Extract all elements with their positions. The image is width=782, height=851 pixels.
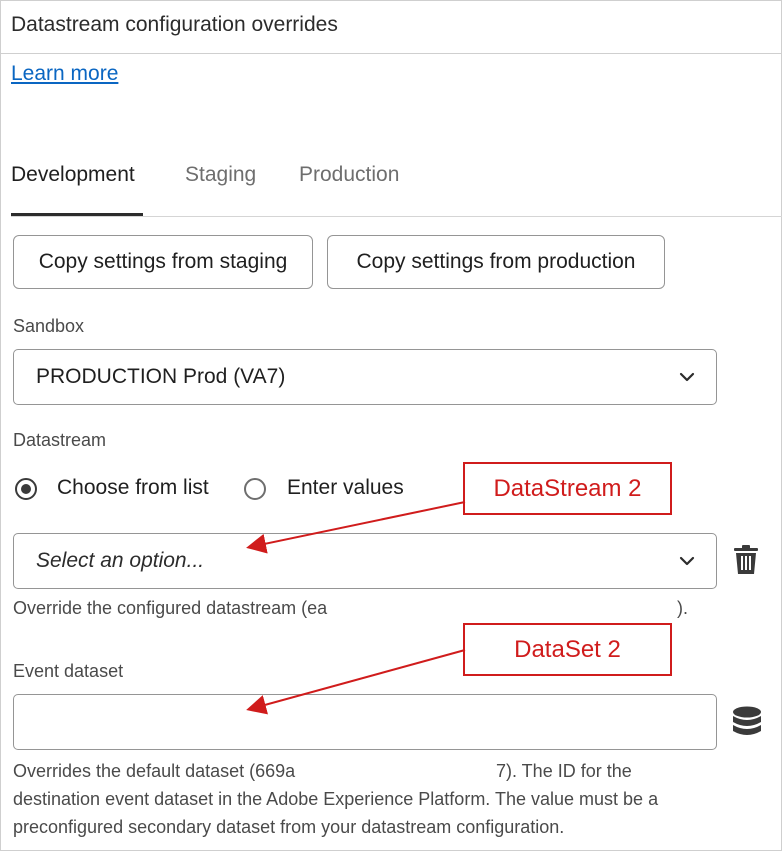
sandbox-select[interactable]: PRODUCTION Prod (VA7) — [13, 349, 717, 405]
event-dataset-help-line3: preconfigured secondary dataset from you… — [13, 817, 565, 837]
sandbox-selected-value: PRODUCTION Prod (VA7) — [36, 365, 286, 388]
radio-choose-from-list-label[interactable]: Choose from list — [57, 476, 209, 500]
panel-title: Datastream configuration overrides — [11, 13, 338, 36]
datastream-help-text-end: ). — [677, 598, 688, 618]
trash-icon[interactable] — [733, 545, 759, 575]
tab-production[interactable]: Production — [299, 163, 399, 187]
event-dataset-label: Event dataset — [13, 661, 124, 681]
event-dataset-help-line2: destination event dataset in the Adobe E… — [13, 789, 659, 809]
tab-development[interactable]: Development — [11, 163, 135, 187]
copy-from-staging-button[interactable]: Copy settings from staging — [13, 235, 313, 289]
event-dataset-input[interactable] — [13, 694, 717, 750]
learn-more-link[interactable]: Learn more — [11, 62, 118, 86]
database-icon[interactable] — [732, 706, 762, 738]
chevron-down-icon — [679, 556, 695, 566]
datastream-select-placeholder: Select an option... — [36, 549, 205, 572]
datastream-help-text-start: Override the configured datastream (ea — [13, 598, 328, 618]
datastream-label: Datastream — [13, 430, 107, 450]
event-dataset-help-line1-start: Overrides the default dataset (669a — [13, 761, 296, 781]
radio-enter-values[interactable] — [244, 478, 266, 500]
tabs-divider — [11, 216, 782, 217]
chevron-down-icon — [679, 372, 695, 382]
sandbox-label: Sandbox — [13, 316, 85, 336]
callout-datastream-2: DataStream 2 — [463, 462, 672, 515]
title-divider — [0, 53, 782, 54]
datastream-select[interactable]: Select an option... — [13, 533, 717, 589]
event-dataset-help-line1-end: 7). The ID for the — [496, 761, 632, 781]
copy-from-production-button[interactable]: Copy settings from production — [327, 235, 665, 289]
radio-choose-from-list[interactable] — [15, 478, 37, 500]
radio-enter-values-label[interactable]: Enter values — [287, 476, 404, 500]
tab-staging[interactable]: Staging — [185, 163, 256, 187]
callout-dataset-2: DataSet 2 — [463, 623, 672, 676]
